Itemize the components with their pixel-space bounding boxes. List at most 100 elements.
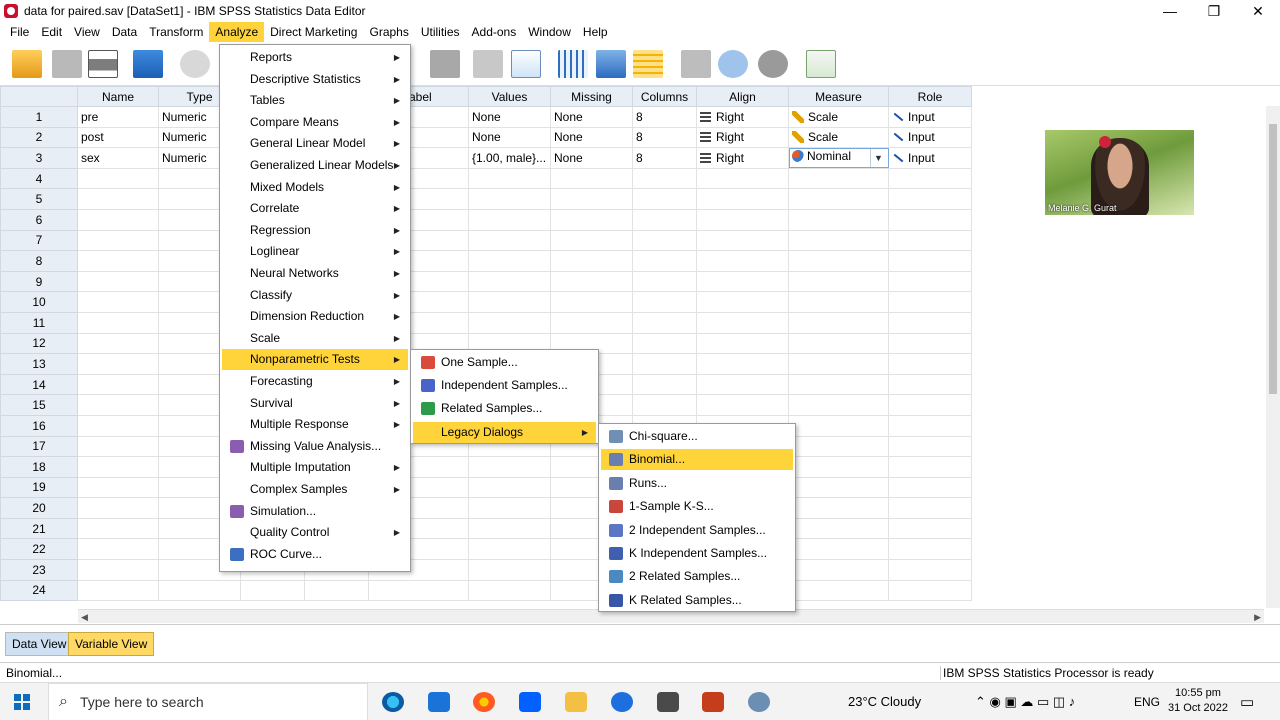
empty-cell[interactable] <box>888 188 972 210</box>
empty-cell[interactable] <box>77 333 159 355</box>
find-icon[interactable] <box>430 50 460 78</box>
empty-cell[interactable] <box>77 209 159 231</box>
menu-item-chi-square[interactable]: Chi-square... <box>601 426 793 447</box>
menu-item-roc-curve[interactable]: ROC Curve... <box>222 544 408 565</box>
empty-cell[interactable] <box>888 456 972 478</box>
print-icon[interactable] <box>88 50 118 78</box>
empty-cell[interactable] <box>632 353 697 375</box>
empty-cell[interactable] <box>788 436 889 458</box>
cell-values[interactable]: {1.00, male}... <box>468 147 551 169</box>
empty-cell[interactable] <box>888 518 972 540</box>
empty-cell[interactable] <box>468 271 551 293</box>
value-labels-icon[interactable] <box>681 50 711 78</box>
empty-cell[interactable] <box>77 250 159 272</box>
empty-cell[interactable] <box>77 456 159 478</box>
row-number[interactable]: 2 <box>0 126 78 149</box>
row-number[interactable]: 17 <box>0 435 78 458</box>
cell-measure[interactable]: Scale <box>788 127 889 149</box>
menu-item-nonparametric-tests[interactable]: Nonparametric Tests ▶ <box>222 349 408 371</box>
cell-missing[interactable]: None <box>550 147 633 169</box>
empty-cell[interactable] <box>888 559 972 581</box>
empty-cell[interactable] <box>632 333 697 355</box>
menu-item-scale[interactable]: Scale ▶ <box>222 328 408 349</box>
empty-cell[interactable] <box>888 353 972 375</box>
menu-view[interactable]: View <box>68 22 106 42</box>
close-button[interactable]: ✕ <box>1236 0 1280 22</box>
empty-cell[interactable] <box>77 168 159 190</box>
empty-cell[interactable] <box>550 188 633 210</box>
empty-cell[interactable] <box>788 415 889 437</box>
menu-item-k-independent-samples[interactable]: K Independent Samples... <box>601 543 793 564</box>
show-all-variables-icon[interactable] <box>758 50 788 78</box>
empty-cell[interactable] <box>77 580 159 602</box>
tab-data-view[interactable]: Data View <box>5 632 74 656</box>
row-number[interactable]: 19 <box>0 476 78 499</box>
row-number[interactable]: 3 <box>0 147 78 169</box>
mail-icon[interactable] <box>428 692 450 712</box>
empty-cell[interactable] <box>550 168 633 190</box>
empty-cell[interactable] <box>77 436 159 458</box>
empty-cell[interactable] <box>77 312 159 334</box>
empty-cell[interactable] <box>788 518 889 540</box>
empty-cell[interactable] <box>888 436 972 458</box>
empty-cell[interactable] <box>468 312 551 334</box>
restore-button[interactable]: ❐ <box>1192 0 1236 22</box>
empty-cell[interactable] <box>550 230 633 252</box>
empty-cell[interactable] <box>696 230 789 252</box>
menu-analyze[interactable]: Analyze <box>209 22 265 42</box>
empty-cell[interactable] <box>888 477 972 499</box>
empty-cell[interactable] <box>888 415 972 437</box>
notification-icon[interactable]: ▭ <box>1240 693 1254 711</box>
menu-item-regression[interactable]: Regression ▶ <box>222 220 408 241</box>
empty-cell[interactable] <box>788 188 889 210</box>
menu-item-legacy-dialogs[interactable]: Legacy Dialogs ▶ <box>413 421 596 443</box>
menu-item-one-sample[interactable]: One Sample... <box>413 352 596 373</box>
empty-cell[interactable] <box>788 353 889 375</box>
empty-cell[interactable] <box>888 312 972 334</box>
empty-cell[interactable] <box>550 209 633 231</box>
menu-transform[interactable]: Transform <box>143 22 209 42</box>
menu-edit[interactable]: Edit <box>35 22 68 42</box>
menu-add-ons[interactable]: Add-ons <box>466 22 523 42</box>
empty-cell[interactable] <box>77 559 159 581</box>
empty-cell[interactable] <box>632 374 697 396</box>
empty-cell[interactable] <box>696 333 789 355</box>
empty-cell[interactable] <box>468 188 551 210</box>
empty-cell[interactable] <box>77 271 159 293</box>
header-columns[interactable]: Columns <box>632 86 697 107</box>
powerpoint-icon[interactable] <box>702 692 724 712</box>
menu-help[interactable]: Help <box>577 22 614 42</box>
empty-cell[interactable] <box>696 188 789 210</box>
empty-cell[interactable] <box>888 374 972 396</box>
select-cases-icon[interactable] <box>633 50 663 78</box>
row-number[interactable]: 8 <box>0 250 78 272</box>
empty-cell[interactable] <box>788 291 889 313</box>
row-number[interactable]: 6 <box>0 208 78 231</box>
empty-cell[interactable] <box>788 333 889 355</box>
empty-cell[interactable] <box>696 353 789 375</box>
empty-cell[interactable] <box>888 538 972 561</box>
empty-cell[interactable] <box>468 497 551 519</box>
empty-cell[interactable] <box>550 312 633 334</box>
scroll-thumb[interactable] <box>1269 124 1277 394</box>
empty-cell[interactable] <box>632 271 697 293</box>
empty-cell[interactable] <box>77 374 159 396</box>
row-number[interactable]: 18 <box>0 456 78 478</box>
cell-columns[interactable]: 8 <box>632 127 697 149</box>
taskbar-search-box[interactable]: ⌕ Type here to search <box>48 683 368 720</box>
cell-role[interactable]: Input <box>888 127 972 149</box>
calculator-icon[interactable] <box>657 692 679 712</box>
empty-cell[interactable] <box>888 497 972 519</box>
empty-cell[interactable] <box>788 168 889 190</box>
empty-cell[interactable] <box>632 394 697 416</box>
use-sets-icon[interactable] <box>718 50 748 78</box>
empty-cell[interactable] <box>468 580 551 602</box>
cell-name[interactable]: post <box>77 127 159 149</box>
empty-cell[interactable] <box>77 477 159 499</box>
menu-item-correlate[interactable]: Correlate ▶ <box>222 198 408 219</box>
menu-item-2-related-samples[interactable]: 2 Related Samples... <box>601 566 793 587</box>
cell-align[interactable]: Right <box>696 106 789 128</box>
row-number[interactable]: 9 <box>0 270 78 293</box>
zoom-icon[interactable] <box>611 692 633 712</box>
menu-item-1-sample-k-s[interactable]: 1-Sample K-S... <box>601 496 793 517</box>
